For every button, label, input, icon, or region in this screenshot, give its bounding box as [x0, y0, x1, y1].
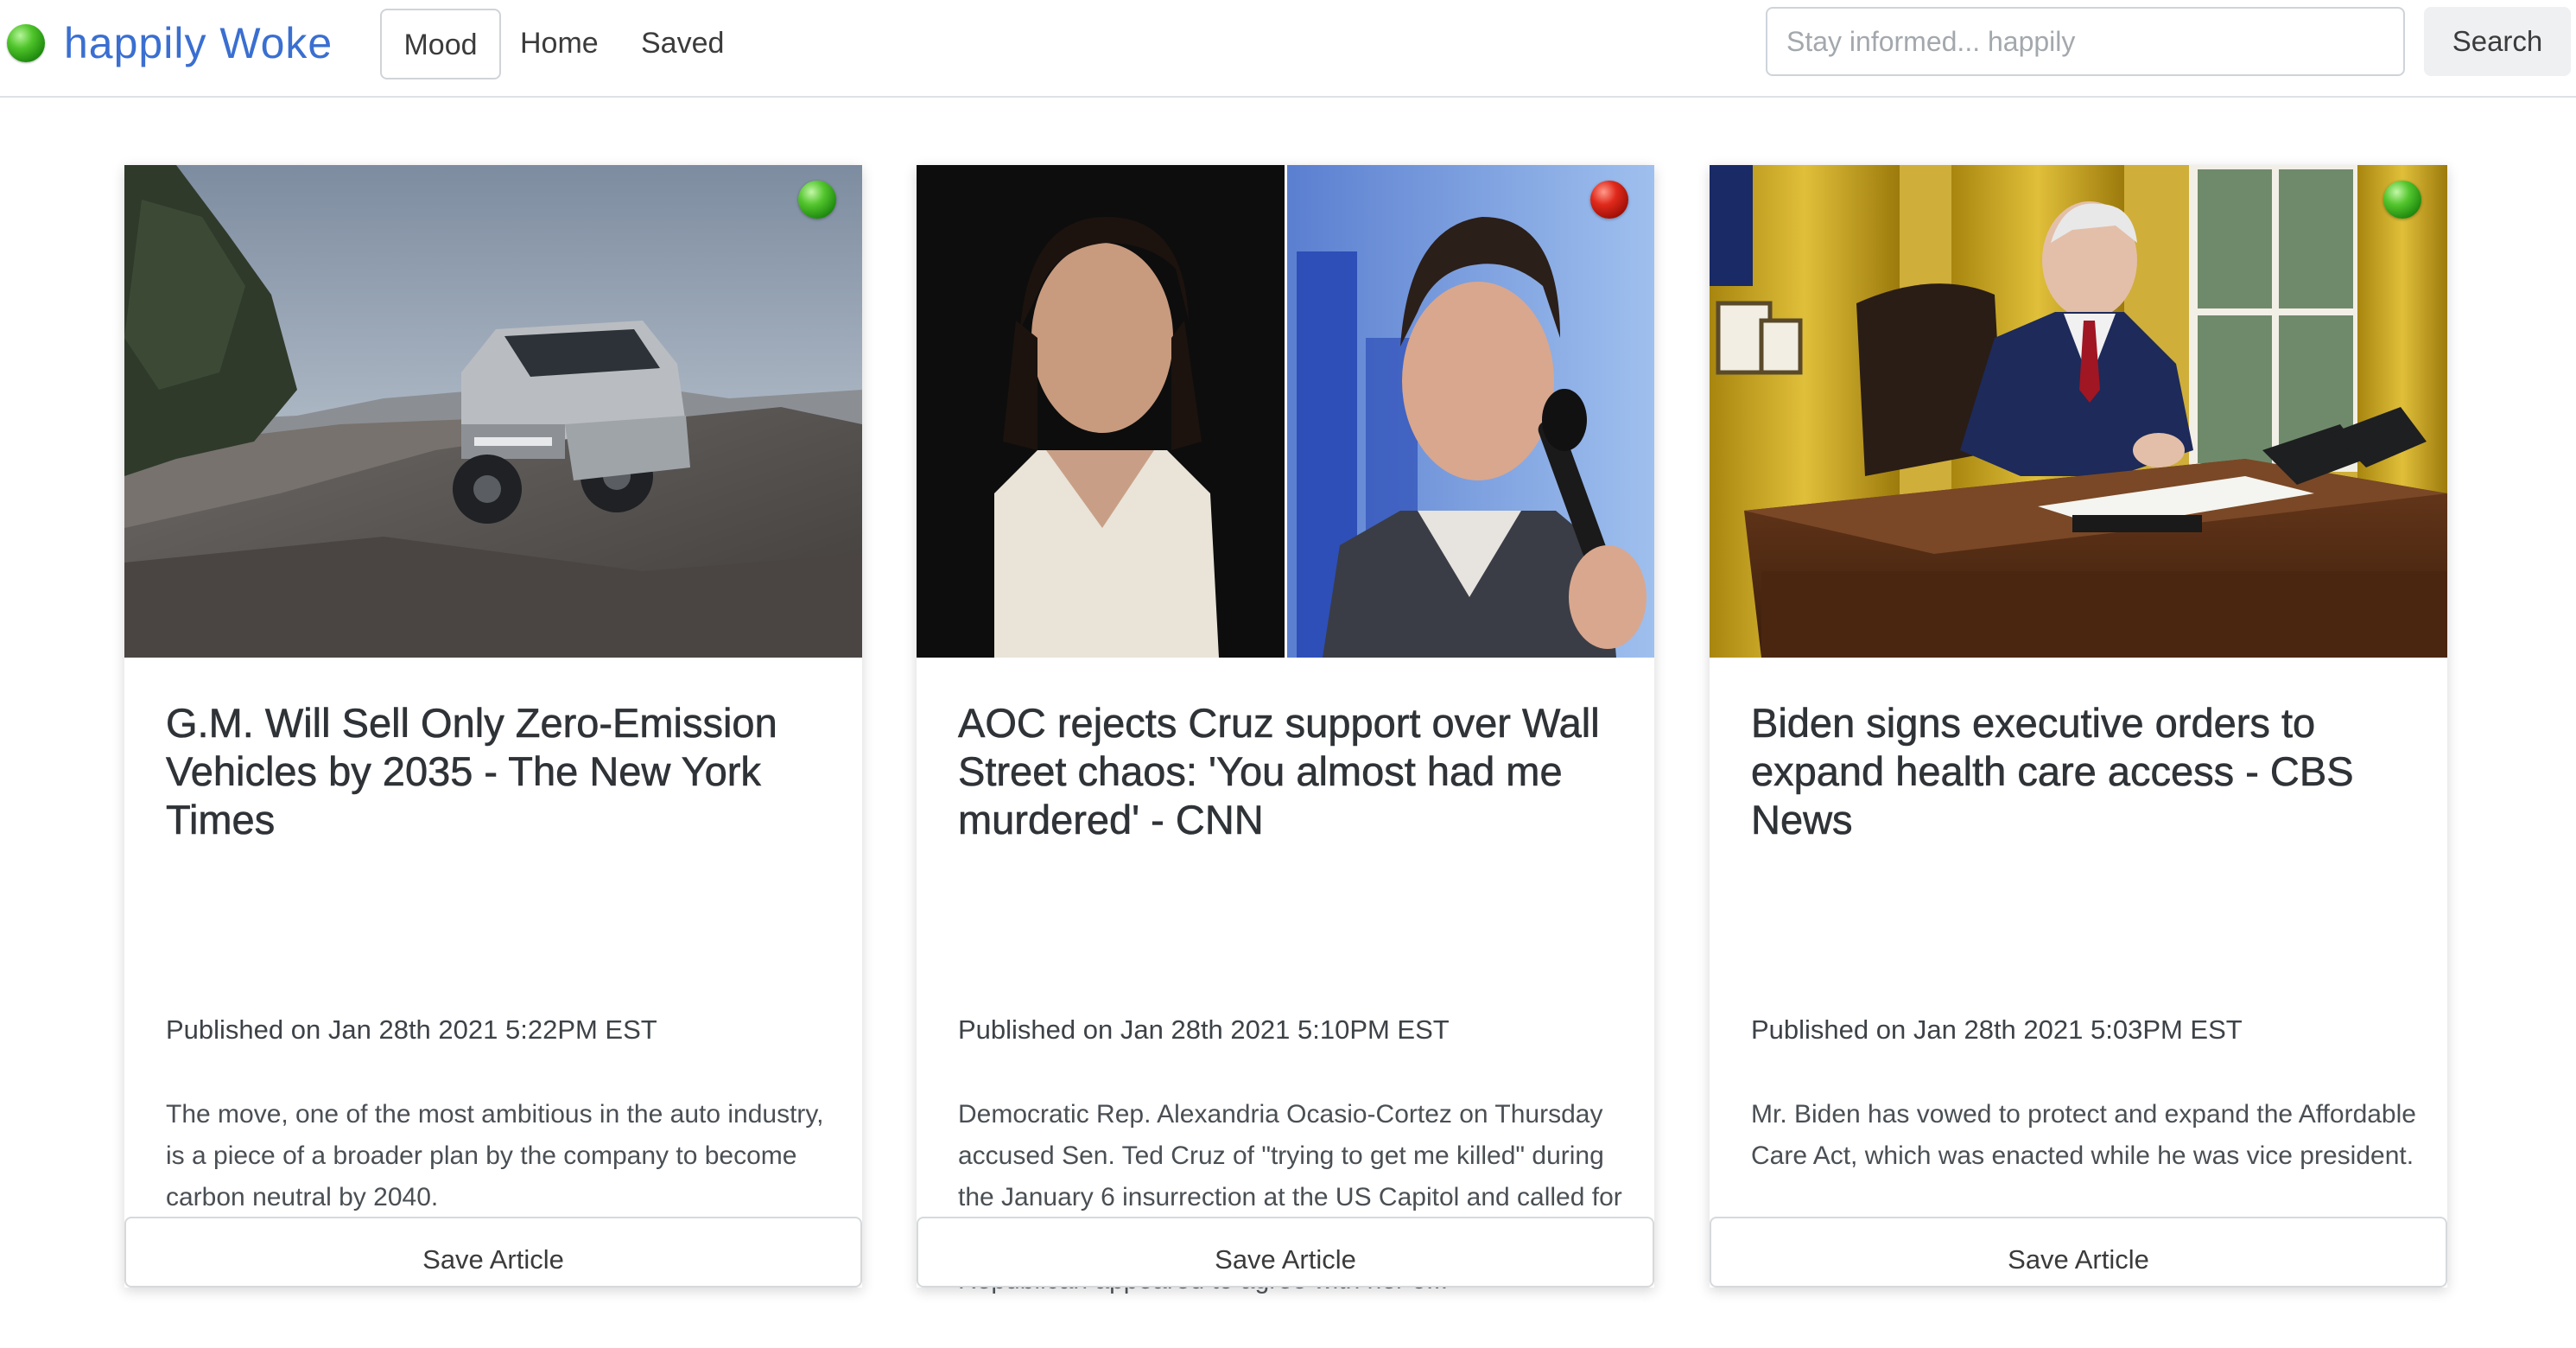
article-card: AOC rejects Cruz support over Wall Stree…	[917, 165, 1654, 1294]
bad-mood-dot-icon	[1590, 181, 1628, 219]
save-article-button[interactable]: Save Article	[917, 1217, 1654, 1288]
save-article-button[interactable]: Save Article	[124, 1217, 862, 1288]
article-published-date: Published on Jan 28th 2021 5:03PM EST	[1751, 1014, 2243, 1045]
brand-green-dot-icon	[7, 24, 45, 62]
good-mood-dot-icon	[2383, 181, 2421, 219]
article-summary: The move, one of the most ambitious in t…	[166, 1100, 824, 1211]
article-title[interactable]: G.M. Will Sell Only Zero-Emission Vehicl…	[166, 699, 840, 844]
article-title[interactable]: AOC rejects Cruz support over Wall Stree…	[958, 699, 1632, 844]
top-navbar: happily Woke Mood Home Saved Search	[0, 0, 2576, 98]
article-card: G.M. Will Sell Only Zero-Emission Vehicl…	[124, 165, 862, 1288]
article-image-aoc-cruz[interactable]	[917, 165, 1654, 658]
article-card: Biden signs executive orders to expand h…	[1710, 165, 2447, 1288]
save-article-button[interactable]: Save Article	[1710, 1217, 2447, 1288]
article-image-biden[interactable]	[1710, 165, 2447, 658]
nav-mood-button[interactable]: Mood	[380, 9, 501, 79]
search-input[interactable]	[1766, 7, 2405, 76]
brand-name[interactable]: happily Woke	[64, 16, 333, 71]
article-published-date: Published on Jan 28th 2021 5:10PM EST	[958, 1014, 1450, 1045]
search-button[interactable]: Search	[2424, 7, 2571, 76]
nav-saved-link[interactable]: Saved	[641, 9, 724, 79]
article-published-date: Published on Jan 28th 2021 5:22PM EST	[166, 1014, 657, 1045]
good-mood-dot-icon	[798, 181, 836, 219]
article-title[interactable]: Biden signs executive orders to expand h…	[1751, 699, 2425, 844]
article-image-hummer[interactable]	[124, 165, 862, 658]
article-summary: Mr. Biden has vowed to protect and expan…	[1751, 1100, 2416, 1170]
nav-home-link[interactable]: Home	[520, 9, 599, 79]
